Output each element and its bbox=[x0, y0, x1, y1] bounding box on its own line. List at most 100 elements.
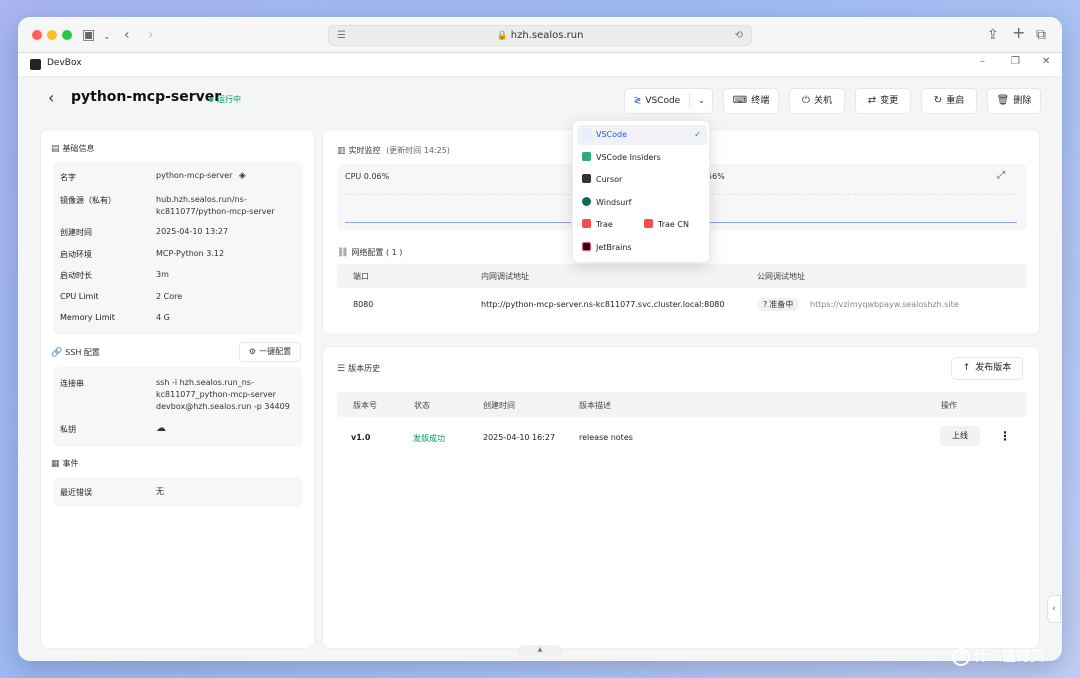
table-row: v1.0 发版成功 2025-04-10 16:27 release notes… bbox=[337, 425, 1027, 451]
back-nav-icon[interactable]: ‹ bbox=[124, 25, 130, 45]
translate-icon[interactable]: ⟲ bbox=[735, 26, 743, 45]
ide-dropdown-menu: VSCode ✓ VSCode Insiders Cursor Windsurf … bbox=[572, 120, 710, 263]
change-button[interactable]: ⇄ 变更 bbox=[855, 88, 911, 114]
monitor-title: ▥ 实时监控 (更新时间 14:25) bbox=[337, 146, 450, 156]
vscode-insiders-icon bbox=[582, 152, 591, 161]
vscode-icon bbox=[582, 129, 591, 138]
one-click-config-button[interactable]: ⚙ 一键配置 bbox=[239, 342, 301, 362]
open-vscode-button[interactable]: ≷ VSCode bbox=[625, 89, 689, 113]
watermark-logo-icon: 值 bbox=[952, 648, 970, 666]
cpu-limit-label: CPU Limit bbox=[60, 292, 99, 301]
restart-button[interactable]: ↻ 重启 bbox=[921, 88, 977, 114]
cpu-limit-value: 2 Core bbox=[156, 292, 183, 301]
env-value: MCP-Python 3.12 bbox=[156, 249, 225, 258]
browser-toolbar: ▣ ⌄ ‹ › ☰ 🔒 hzh.sealos.run ⟲ ⇪ + ⧉ bbox=[18, 17, 1062, 53]
menu-item-cursor[interactable]: Cursor bbox=[577, 170, 707, 190]
network-icon: ⛓ bbox=[337, 248, 349, 258]
col-action: 操作 bbox=[941, 401, 957, 410]
share-icon[interactable]: ⇪ bbox=[987, 25, 999, 45]
shutdown-button[interactable]: ⏻ 关机 bbox=[789, 88, 845, 114]
bottom-drawer-handle[interactable]: ▲ bbox=[518, 645, 562, 655]
chart-icon: ▥ bbox=[337, 146, 346, 156]
address-bar[interactable]: ☰ 🔒 hzh.sealos.run ⟲ bbox=[328, 25, 752, 46]
minimize-icon[interactable]: – bbox=[980, 56, 985, 67]
maximize-window-button[interactable] bbox=[62, 30, 72, 40]
recent-error-label: 最近错误 bbox=[60, 488, 92, 497]
chevron-left-icon: ‹ bbox=[1052, 604, 1056, 614]
cpu-usage-label: CPU 0.06% bbox=[345, 172, 390, 181]
created-value: 2025-04-10 13:27 bbox=[156, 227, 229, 236]
terminal-button[interactable]: ⌨ 终端 bbox=[723, 88, 779, 114]
forward-nav-icon[interactable]: › bbox=[148, 25, 154, 45]
cursor-icon bbox=[582, 174, 591, 183]
basic-info-title: ▤ 基础信息 bbox=[51, 144, 95, 154]
delete-button[interactable]: 🗑 删除 bbox=[987, 88, 1041, 114]
private-key-label: 私钥 bbox=[60, 425, 76, 434]
menu-item-vscode[interactable]: VSCode ✓ bbox=[577, 125, 707, 145]
col-port: 端口 bbox=[353, 272, 369, 281]
go-online-button[interactable]: 上线 bbox=[940, 426, 980, 446]
page-header: ‹ python-mcp-server 运行中 ≷ VSCode ⌄ ⌨ 终端 ⏻ 关… bbox=[18, 77, 1062, 123]
internal-url[interactable]: http://python-mcp-server.ns-kc811077.svc… bbox=[481, 300, 724, 309]
menu-item-trae[interactable]: Trae bbox=[577, 215, 637, 235]
connect-value[interactable]: ssh -i hzh.sealos.run_ns-kc811077_python… bbox=[156, 377, 290, 413]
menu-item-vscode-insiders[interactable]: VSCode Insiders bbox=[577, 148, 707, 168]
calendar-icon: ▦ bbox=[51, 459, 60, 469]
history-title: ☰ 版本历史 bbox=[337, 364, 381, 374]
cpu-gridline bbox=[345, 194, 571, 195]
restart-icon: ↻ bbox=[933, 95, 943, 106]
image-label: 镜像源（私有） bbox=[60, 196, 116, 205]
vscode-icon: ≷ bbox=[633, 96, 642, 106]
menu-item-trae-cn[interactable]: Trae CN bbox=[639, 215, 707, 235]
env-label: 启动环境 bbox=[60, 250, 92, 259]
close-icon[interactable]: ✕ bbox=[1042, 56, 1050, 67]
tabs-overview-icon[interactable]: ⧉ bbox=[1036, 25, 1046, 45]
minimize-window-button[interactable] bbox=[47, 30, 57, 40]
version-desc: release notes bbox=[579, 433, 633, 442]
events-title: ▦ 事件 bbox=[51, 459, 79, 469]
check-icon: ✓ bbox=[694, 130, 701, 139]
close-window-button[interactable] bbox=[32, 30, 42, 40]
copy-icon[interactable]: ◈ bbox=[239, 171, 246, 181]
chevron-down-icon[interactable]: ⌄ bbox=[103, 27, 111, 47]
memory-series-line bbox=[707, 222, 1017, 223]
back-arrow-icon[interactable]: ‹ bbox=[48, 88, 54, 107]
app-title-bar: DevBox – ❐ ✕ bbox=[18, 53, 1062, 77]
expand-icon[interactable]: ⤢ bbox=[997, 170, 1005, 181]
col-desc: 版本描述 bbox=[579, 401, 611, 410]
cloud-download-icon[interactable]: ☁ bbox=[156, 423, 296, 435]
lock-icon: 🔒 bbox=[496, 31, 508, 41]
ssh-title: 🔗 SSH 配置 bbox=[51, 348, 100, 358]
arrow-up-icon: ↑ bbox=[962, 363, 971, 373]
table-row: 8080 http://python-mcp-server.ns-kc81107… bbox=[337, 292, 1027, 320]
uptime-label: 启动时长 bbox=[60, 271, 92, 280]
trae-icon bbox=[582, 219, 591, 228]
menu-item-jetbrains[interactable]: JetBrains bbox=[577, 238, 707, 258]
more-options-icon[interactable]: ⋮ bbox=[999, 429, 1011, 443]
status-badge: 运行中 bbox=[209, 94, 241, 105]
trash-icon: 🗑 bbox=[996, 95, 1010, 106]
network-title: ⛓ 网络配置 ( 1 ) bbox=[337, 248, 403, 258]
network-table-header: 端口 内网调试地址 公网调试地址 bbox=[337, 264, 1027, 288]
windsurf-icon bbox=[582, 197, 591, 206]
publish-version-button[interactable]: ↑ 发布版本 bbox=[951, 357, 1023, 380]
events-box: 最近错误 无 bbox=[53, 477, 302, 507]
sidebar-toggle-icon[interactable]: ▣ bbox=[82, 25, 95, 45]
ide-dropdown-toggle[interactable]: ⌄ bbox=[690, 89, 713, 113]
port-value: 8080 bbox=[353, 300, 374, 309]
created-label: 创建时间 bbox=[60, 228, 92, 237]
info-panel: ▤ 基础信息 名字 python-mcp-server ◈ 镜像源（私有） hub… bbox=[40, 129, 315, 649]
jetbrains-icon bbox=[582, 242, 591, 251]
page-title: python-mcp-server bbox=[71, 89, 222, 105]
menu-item-windsurf[interactable]: Windsurf bbox=[577, 193, 707, 213]
url-text: hzh.sealos.run bbox=[510, 30, 584, 41]
side-collapse-tab[interactable]: ‹ bbox=[1047, 595, 1061, 623]
restore-icon[interactable]: ❐ bbox=[1011, 56, 1020, 67]
image-value: hub.hzh.sealos.run/ns-kc811077/python-mc… bbox=[156, 195, 275, 216]
swap-icon: ⇄ bbox=[867, 95, 877, 106]
watermark: 值什么值得买 bbox=[952, 646, 1044, 666]
new-tab-icon[interactable]: + bbox=[1012, 23, 1025, 43]
devbox-logo-icon bbox=[30, 59, 41, 70]
terminal-icon: ⌨ bbox=[732, 95, 748, 106]
public-url[interactable]: https://vzimyqwbpayw.sealoshzh.site bbox=[810, 300, 959, 309]
